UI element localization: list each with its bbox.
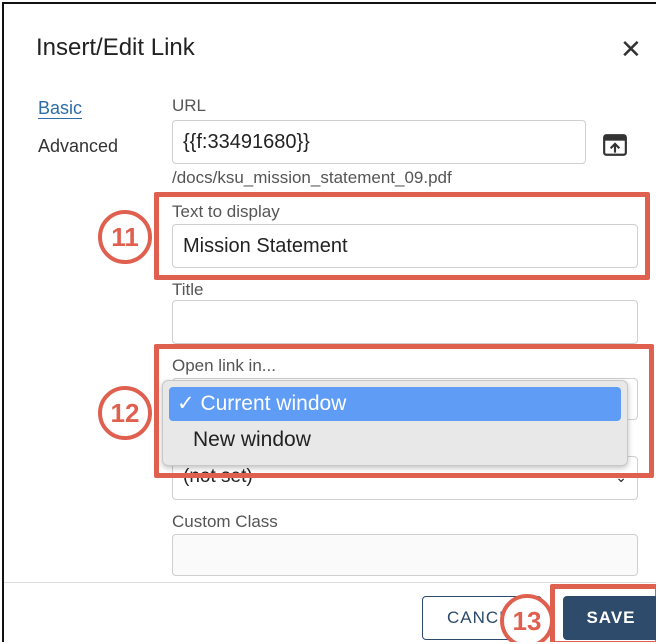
title-label: Title <box>172 280 204 299</box>
callout-badge-12: 12 <box>98 386 152 440</box>
callout-highlight-11 <box>154 192 650 280</box>
close-icon[interactable]: ✕ <box>620 36 642 62</box>
url-input[interactable]: {{f:33491680}} <box>172 120 586 164</box>
url-label: URL <box>172 96 207 115</box>
custom-class-label: Custom Class <box>172 512 278 531</box>
upload-icon[interactable] <box>602 132 628 158</box>
title-input[interactable] <box>172 300 638 344</box>
footer-divider <box>4 582 656 583</box>
tab-advanced[interactable]: Advanced <box>38 136 118 157</box>
callout-highlight-12 <box>154 344 654 478</box>
callout-badge-13: 13 <box>500 594 554 642</box>
insert-edit-link-dialog: Insert/Edit Link ✕ Basic Advanced URL {{… <box>2 2 656 642</box>
callout-badge-11: 11 <box>98 210 152 264</box>
tab-basic[interactable]: Basic <box>38 98 82 119</box>
custom-class-input[interactable] <box>172 534 638 576</box>
url-helper-text: /docs/ksu_mission_statement_09.pdf <box>172 168 452 187</box>
dialog-title: Insert/Edit Link <box>36 34 195 61</box>
save-button[interactable]: SAVE <box>563 596 656 640</box>
